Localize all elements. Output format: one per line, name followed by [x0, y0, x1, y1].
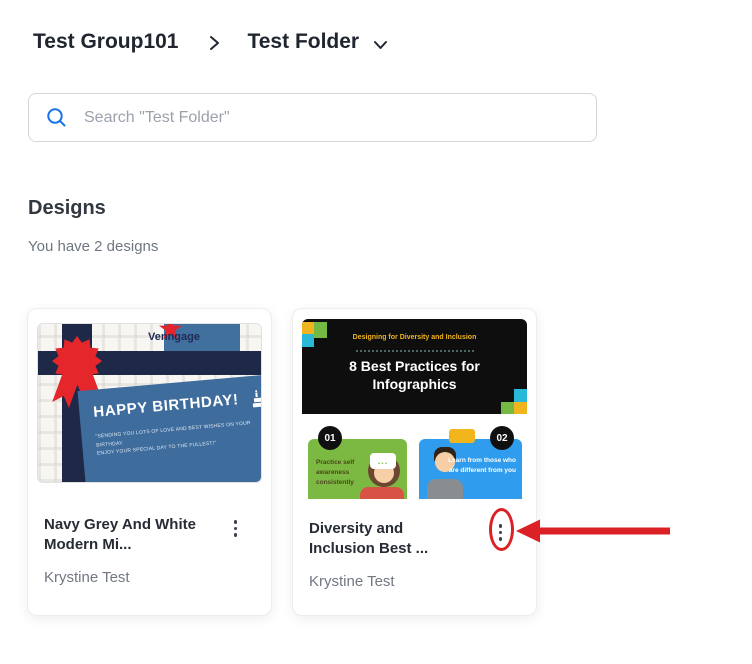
kebab-menu-icon[interactable] [234, 520, 238, 537]
designs-count-text: You have 2 designs [28, 238, 158, 255]
venngage-logo: Venngage [148, 331, 200, 343]
designs-heading: Designs [28, 197, 106, 220]
infographic-header: Designing for Diversity and Inclusion 8 … [302, 319, 527, 414]
rosette-ribbon-icon [52, 336, 102, 386]
design-card-birthday[interactable]: ★ Venngage HAPPY BIRTHDAY! "SENDING YOU [27, 308, 272, 616]
search-input[interactable] [82, 108, 579, 128]
greeting-panel: HAPPY BIRTHDAY! "SENDING YOU LOTS OF LOV… [78, 373, 262, 483]
infographic-title: 8 Best Practices for Infographics [302, 357, 527, 393]
search-icon [46, 107, 67, 128]
speech-bubble-icon: ... [370, 453, 396, 469]
speech-bubble-icon [449, 429, 475, 443]
design-title: Diversity and Inclusion Best ... [309, 519, 428, 560]
birthday-message: "SENDING YOU LOTS OF LOVE AND BEST WISHE… [95, 417, 262, 458]
breadcrumb-group[interactable]: Test Group101 [33, 30, 178, 54]
step-text: Learn from those who are different from … [448, 456, 516, 476]
birthday-heading: HAPPY BIRTHDAY! [93, 391, 240, 421]
search-bar [28, 93, 597, 142]
breadcrumb-folder[interactable]: Test Folder [247, 30, 359, 54]
step-panel-2: 02 Learn from those who are different fr… [419, 439, 522, 499]
design-author: Krystine Test [309, 573, 520, 590]
folder-page: Test Group101 Test Folder Designs You ha… [0, 0, 752, 664]
chevron-right-icon [208, 32, 221, 54]
decorative-square [302, 322, 314, 334]
design-thumbnail-birthday[interactable]: ★ Venngage HAPPY BIRTHDAY! "SENDING YOU [37, 323, 262, 483]
infographic-body: 01 Practice self awareness consistently … [302, 414, 527, 499]
decorative-square [514, 402, 527, 414]
infographic-kicker: Designing for Diversity and Inclusion [302, 334, 527, 341]
design-thumbnail-infographic[interactable]: Designing for Diversity and Inclusion 8 … [302, 319, 527, 499]
highlight-ellipse-annotation [489, 508, 514, 551]
step-number-badge: 01 [318, 426, 342, 450]
birthday-cake-icon [251, 388, 262, 408]
design-card-diversity[interactable]: Designing for Diversity and Inclusion 8 … [292, 308, 537, 616]
design-author: Krystine Test [44, 569, 255, 586]
arrow-annotation [514, 517, 672, 545]
dotted-divider [356, 350, 474, 352]
card-info: Navy Grey And White Modern Mi... Krystin… [28, 515, 271, 586]
breadcrumb: Test Group101 Test Folder [33, 30, 388, 54]
chevron-down-icon[interactable] [373, 40, 388, 51]
decorative-square [501, 402, 514, 414]
step-number-badge: 02 [490, 426, 514, 450]
design-title: Navy Grey And White Modern Mi... [44, 515, 196, 556]
step-panel-1: 01 Practice self awareness consistently … [308, 439, 407, 499]
